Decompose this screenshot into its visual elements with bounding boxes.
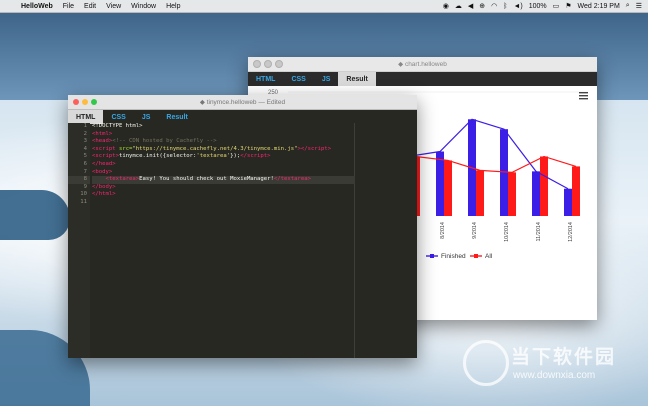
code-line: </head> bbox=[92, 160, 116, 167]
code-line: <body> bbox=[92, 168, 113, 175]
menu-help[interactable]: Help bbox=[161, 3, 185, 10]
zoom-button[interactable] bbox=[275, 60, 283, 68]
code-line: <html> bbox=[92, 130, 113, 137]
line-number: 11 bbox=[80, 198, 87, 205]
tab-html[interactable]: HTML bbox=[248, 72, 283, 86]
code-line: <head><!-- CDN hosted by Cachefly --> bbox=[92, 138, 217, 145]
line-number: 3 bbox=[83, 138, 87, 145]
code-line: <!DOCTYPE html> bbox=[92, 123, 143, 129]
line-number: 4 bbox=[83, 145, 87, 152]
flag-icon[interactable]: ⚑ bbox=[565, 2, 571, 10]
line-number: 8 bbox=[68, 176, 90, 184]
wifi-icon[interactable]: ◠ bbox=[491, 2, 497, 10]
status-icon[interactable]: ◉ bbox=[443, 2, 449, 10]
bar-finished bbox=[436, 151, 444, 216]
bar-all bbox=[572, 166, 580, 216]
window-title: ◆ chart.helloweb bbox=[398, 61, 447, 68]
x-tick-label: 12/2014 bbox=[568, 222, 574, 242]
line-number: 7 bbox=[83, 168, 87, 175]
x-tick-label: 9/2014 bbox=[472, 222, 478, 239]
chart-menu-icon bbox=[579, 95, 588, 97]
close-button[interactable] bbox=[73, 99, 79, 105]
status-area: ◉ ☁ ◀ ⊕ ◠ ᛒ ◄) 100% ▭ ⚑ Wed 2:19 PM ⌕ ☰ bbox=[443, 2, 648, 10]
tab-js[interactable]: JS bbox=[134, 110, 159, 124]
editor-window: ◆ tinymce.helloweb — Edited HTML CSS JS … bbox=[68, 95, 417, 358]
menu-edit[interactable]: Edit bbox=[79, 3, 101, 10]
chart-menu-icon bbox=[579, 92, 588, 94]
code-editor[interactable]: 1 2 3 4 5 6 7 8 9 10 11 <!DOCTYPE html> <html> <he… bbox=[68, 123, 417, 358]
tab-js[interactable]: JS bbox=[314, 72, 339, 86]
legend-label: Finished bbox=[441, 253, 466, 260]
menu-window[interactable]: Window bbox=[126, 3, 161, 10]
code-line: </body> bbox=[92, 183, 116, 190]
editor-window-tabs: HTML CSS JS Result bbox=[68, 110, 417, 124]
tab-result[interactable]: Result bbox=[338, 72, 376, 86]
bar-all bbox=[444, 160, 452, 216]
battery-icon[interactable]: ▭ bbox=[553, 2, 560, 10]
line-number: 5 bbox=[83, 153, 87, 160]
tab-html[interactable]: HTML bbox=[68, 110, 104, 124]
minimize-button[interactable] bbox=[264, 60, 272, 68]
watermark-url: www.downxia.com bbox=[513, 370, 596, 381]
status-icon[interactable]: ⊕ bbox=[479, 2, 485, 10]
legend-marker bbox=[474, 254, 478, 258]
bar-all bbox=[476, 170, 484, 216]
window-title: ◆ tinymce.helloweb — Edited bbox=[199, 99, 286, 106]
chart-window-tabs: HTML CSS JS Result bbox=[248, 72, 597, 86]
notification-center-icon[interactable]: ☰ bbox=[636, 2, 642, 10]
battery-percent[interactable]: 100% bbox=[529, 3, 547, 10]
code-text[interactable]: <!DOCTYPE html> <html> <head><!-- CDN ho… bbox=[92, 123, 355, 358]
zoom-button[interactable] bbox=[91, 99, 97, 105]
editor-window-titlebar[interactable]: ◆ tinymce.helloweb — Edited bbox=[68, 95, 417, 110]
bar-finished bbox=[532, 171, 540, 216]
minimize-button[interactable] bbox=[82, 99, 88, 105]
x-tick-label: 10/2014 bbox=[504, 222, 510, 242]
line-number: 6 bbox=[83, 160, 87, 167]
line-gutter: 1 2 3 4 5 6 7 8 9 10 11 bbox=[68, 123, 90, 358]
menu-bar: HelloWeb File Edit View Window Help ◉ ☁ … bbox=[0, 0, 648, 13]
volume-icon[interactable]: ◄) bbox=[513, 3, 522, 10]
tab-css[interactable]: CSS bbox=[103, 110, 133, 124]
line-number: 9 bbox=[83, 183, 87, 190]
legend-marker bbox=[430, 254, 434, 258]
menu-app-name[interactable]: HelloWeb bbox=[16, 3, 58, 10]
chart-menu-icon bbox=[579, 98, 588, 100]
status-icon[interactable]: ◀ bbox=[468, 2, 473, 10]
close-button[interactable] bbox=[253, 60, 261, 68]
bluetooth-icon[interactable]: ᛒ bbox=[503, 3, 507, 10]
bar-all bbox=[540, 156, 548, 216]
code-line: <script src="https://tinymce.cachefly.ne… bbox=[92, 145, 332, 152]
menu-file[interactable]: File bbox=[58, 3, 79, 10]
x-tick-label: 8/2014 bbox=[440, 222, 446, 239]
watermark: 当下软件园 www.downxia.com bbox=[463, 340, 633, 390]
chart-window-titlebar[interactable]: ◆ chart.helloweb bbox=[248, 57, 597, 72]
watermark-brand: 当下软件园 bbox=[511, 347, 617, 368]
code-line: <textarea>Easy! You should check out Mox… bbox=[92, 176, 355, 184]
clock[interactable]: Wed 2:19 PM bbox=[578, 3, 620, 10]
tab-css[interactable]: CSS bbox=[283, 72, 313, 86]
line-number: 10 bbox=[80, 191, 87, 198]
spotlight-icon[interactable]: ⌕ bbox=[626, 2, 630, 10]
watermark-logo-icon bbox=[463, 340, 509, 386]
line-number: 1 bbox=[83, 123, 87, 129]
tab-result[interactable]: Result bbox=[158, 110, 195, 124]
code-line: </html> bbox=[92, 191, 116, 198]
menu-view[interactable]: View bbox=[101, 3, 126, 10]
code-line: <script>tinymce.init({selector:'textarea… bbox=[92, 153, 271, 160]
status-icon[interactable]: ☁ bbox=[455, 2, 462, 10]
x-tick-label: 11/2014 bbox=[536, 222, 542, 241]
legend-label: All bbox=[485, 253, 493, 260]
bar-all bbox=[508, 172, 516, 216]
wallpaper-water bbox=[0, 190, 70, 240]
line-number: 2 bbox=[83, 130, 87, 137]
bar-finished bbox=[564, 188, 572, 216]
